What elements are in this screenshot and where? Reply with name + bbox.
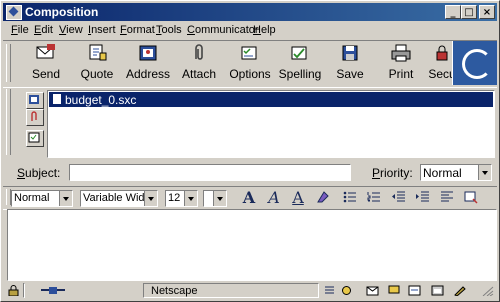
close-button[interactable]: × [479, 5, 495, 19]
menu-edit[interactable]: Edit [34, 24, 53, 36]
resize-grip[interactable] [481, 285, 494, 297]
printer-icon [391, 44, 411, 62]
composer-icon[interactable] [408, 285, 421, 296]
attach-button[interactable]: Attach [181, 43, 217, 81]
navigator-icon[interactable] [340, 285, 353, 296]
align-left-icon [441, 191, 453, 202]
increase-indent-button[interactable] [413, 189, 431, 207]
status-bar: Netscape [3, 282, 497, 300]
priority-label: Priority: [372, 166, 413, 180]
lock-icon[interactable] [7, 285, 20, 297]
spelling-button[interactable]: Spelling [277, 43, 323, 81]
paperclip-icon [195, 44, 203, 60]
spelling-icon [291, 46, 307, 60]
send-button[interactable]: Send [29, 43, 63, 81]
quote-icon [89, 44, 107, 61]
format-toolbar: Normal Variable Width 12 A A A [3, 186, 497, 210]
font-select[interactable]: Variable Width [80, 190, 158, 207]
attachment-list[interactable]: budget_0.sxc [47, 90, 495, 158]
numbered-list-button[interactable] [365, 189, 383, 207]
insert-object-button[interactable] [462, 189, 480, 207]
underline-button[interactable]: A [289, 189, 307, 207]
chevron-down-icon[interactable] [144, 191, 157, 206]
priority-select[interactable]: Normal [420, 164, 492, 181]
quote-button[interactable]: Quote [79, 43, 115, 81]
print-button[interactable]: Print [384, 43, 418, 81]
toolbar-grip[interactable] [6, 44, 11, 82]
discussion-icon[interactable] [388, 285, 401, 296]
lock-icon [436, 45, 448, 61]
italic-button[interactable]: A [265, 189, 283, 207]
status-text: Netscape [151, 285, 198, 297]
paragraph-style-select[interactable]: Normal [11, 190, 73, 207]
bullet-list-icon [343, 191, 356, 203]
bullet-list-button[interactable] [341, 189, 359, 207]
send-icon [36, 44, 55, 59]
pane-grip[interactable] [6, 89, 11, 155]
netscape-logo [452, 41, 497, 85]
insert-object-icon [464, 191, 478, 204]
chevron-down-icon[interactable] [184, 191, 197, 206]
numbered-list-icon [367, 192, 380, 202]
subject-row: Subject: Priority: Normal [3, 161, 497, 185]
save-icon [342, 45, 358, 61]
online-status-icon[interactable] [41, 285, 65, 296]
indent-icon [416, 191, 429, 202]
address-tab-icon[interactable] [26, 92, 44, 109]
pen-icon[interactable] [453, 285, 466, 297]
netscape-app-icon[interactable] [6, 5, 22, 20]
title-bar[interactable]: Composition _ □ × [3, 3, 497, 21]
options-tab-icon[interactable] [26, 130, 44, 147]
bold-button[interactable]: A [240, 189, 258, 207]
composition-window: Composition _ □ × File Edit View Insert … [0, 0, 500, 302]
chevron-down-icon[interactable] [59, 191, 72, 206]
menu-bar: File Edit View Insert Format Tools Commu… [3, 22, 497, 40]
clear-styles-button[interactable] [314, 189, 332, 207]
address-attachment-pane: budget_0.sxc [3, 87, 497, 159]
pane-tabs [23, 90, 47, 156]
menu-tools[interactable]: Tools [156, 24, 182, 36]
mail-icon[interactable] [366, 285, 379, 296]
chevron-down-icon[interactable] [213, 191, 226, 206]
menu-view[interactable]: View [59, 24, 83, 36]
menu-insert[interactable]: Insert [88, 24, 116, 36]
message-body-editor[interactable] [7, 209, 497, 281]
document-icon [53, 94, 61, 104]
outdent-icon [392, 191, 405, 202]
save-button[interactable]: Save [333, 43, 367, 81]
text-color-select[interactable] [203, 190, 227, 207]
clear-styles-icon [317, 191, 329, 203]
alignment-button[interactable] [438, 189, 456, 207]
maximize-button[interactable]: □ [461, 5, 477, 19]
address-button[interactable]: Address [124, 43, 172, 81]
menu-help[interactable]: Help [253, 24, 276, 36]
attachment-tab-icon[interactable] [26, 109, 44, 126]
chevron-down-icon[interactable] [478, 165, 491, 180]
font-size-select[interactable]: 12 [165, 190, 198, 207]
options-button[interactable]: Options [228, 43, 272, 81]
minimize-button[interactable]: _ [445, 5, 461, 19]
calendar-icon[interactable] [431, 285, 444, 296]
status-divider [23, 283, 25, 298]
decrease-indent-button[interactable] [389, 189, 407, 207]
page-icon[interactable] [323, 285, 336, 296]
menu-file[interactable]: File [11, 24, 29, 36]
menu-format[interactable]: Format [120, 24, 155, 36]
window-title: Composition [25, 5, 99, 19]
menu-communicator[interactable]: Communicator [187, 24, 259, 36]
subject-input[interactable] [69, 164, 351, 181]
attachment-item[interactable]: budget_0.sxc [49, 92, 493, 107]
main-toolbar: Send Quote Address Attach Options Spelli… [3, 40, 497, 88]
options-icon [241, 46, 257, 60]
subject-label: Subject: [17, 166, 61, 180]
address-book-icon [139, 45, 157, 61]
